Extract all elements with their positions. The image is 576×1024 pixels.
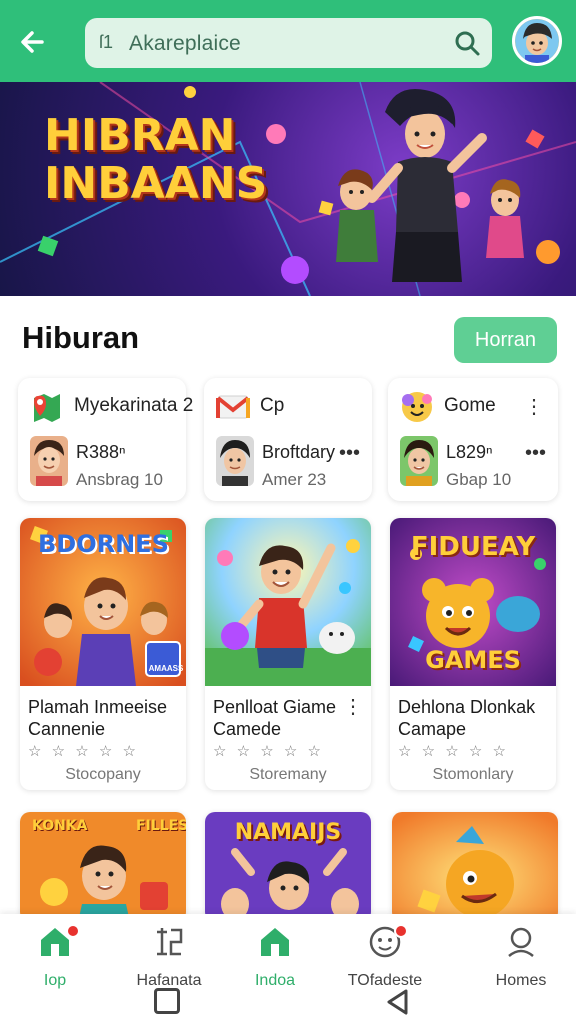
game-card-image-subtitle: GAMES xyxy=(425,646,521,674)
recent-apps-button[interactable] xyxy=(154,988,180,1014)
mini-card-3[interactable]: Gome ⋮ L829ⁿ Gbap 10 ••• xyxy=(388,378,558,501)
game-card-image: FIDUEAY GAMES xyxy=(390,518,556,686)
profile-icon xyxy=(503,924,539,960)
system-back-icon[interactable] xyxy=(384,988,412,1016)
nav-item-notifications[interactable]: TOfadeste xyxy=(330,924,440,994)
game-card-subtitle: Stomonlary xyxy=(432,766,514,783)
mini-card-avatar xyxy=(400,436,438,486)
nav-item-home-2[interactable]: Indoa xyxy=(220,924,330,994)
mini-card-name: Gome xyxy=(444,395,496,416)
game-card-image-title: NAMAIJS xyxy=(234,820,342,845)
game-card-2[interactable]: Penlloat Giame Camede ⋮ ☆ ☆ ☆ ☆ ☆ Storem… xyxy=(205,518,371,790)
nav-item-home[interactable]: Iop xyxy=(0,924,110,994)
mini-card-2[interactable]: Cp Broftdary Amer 23 ••• xyxy=(204,378,372,501)
game-card-image xyxy=(205,518,371,686)
nav-label: Iop xyxy=(43,972,67,989)
more-vertical-icon[interactable]: ⋮ xyxy=(524,394,544,419)
mini-card-name: Myekarinata 2 xyxy=(74,395,194,416)
search-icon[interactable] xyxy=(452,28,482,58)
mini-card-line2: Amer 23 xyxy=(262,470,327,489)
game-card-image-title: FIDUEAY xyxy=(410,532,536,562)
more-vertical-icon[interactable]: ⋮ xyxy=(343,694,363,719)
apps-icon xyxy=(151,924,187,960)
nav-label: Homes xyxy=(495,972,547,989)
game-card-subtitle: Stocopany xyxy=(65,766,141,783)
maps-pin-icon xyxy=(30,390,64,424)
mini-card-line2: Ansbrag 10 xyxy=(76,470,163,489)
more-options-icon[interactable]: ••• xyxy=(339,442,360,465)
home-icon xyxy=(257,924,293,960)
game-card-title: Plamah Inmeeise Cannenie xyxy=(28,697,168,739)
mini-card-1[interactable]: Myekarinata 2 R388ⁿ Ansbrag 10 xyxy=(18,378,193,501)
section-title: Hiburan xyxy=(22,320,140,355)
search-input[interactable]: Akareplaice xyxy=(129,32,241,56)
game-card-image-tag: FILLES xyxy=(136,818,186,834)
search-bar[interactable]: ſ1 Akareplaice xyxy=(85,18,492,68)
bottom-navigation: Iop Hafanata Indoa TOfadeste Homes xyxy=(0,914,576,1024)
game-card-6[interactable] xyxy=(392,812,558,922)
game-card-subtitle: Storemany xyxy=(249,766,327,783)
game-card-image-title: BDORNES xyxy=(38,530,169,558)
mini-card-line1: Broftdary xyxy=(262,442,336,462)
rating-stars: ☆ ☆ ☆ ☆ ☆ xyxy=(213,743,324,760)
nav-label: Indoa xyxy=(254,972,296,989)
more-options-icon[interactable]: ••• xyxy=(525,442,546,465)
top-app-bar: ſ1 Akareplaice xyxy=(0,0,576,82)
search-prefix: ſ1 xyxy=(99,32,114,52)
mini-card-line1: L829ⁿ xyxy=(446,442,493,462)
mini-card-avatar xyxy=(216,436,254,486)
game-card-5[interactable]: NAMAIJS xyxy=(205,812,371,922)
nav-item-apps[interactable]: Hafanata xyxy=(114,924,224,994)
hero-banner[interactable]: HIBRAN INBAANS xyxy=(0,82,576,296)
mail-icon xyxy=(216,390,250,424)
mini-card-line2: Gbap 10 xyxy=(446,470,512,489)
notification-badge xyxy=(66,924,80,938)
user-avatar[interactable] xyxy=(512,16,562,66)
rating-stars: ☆ ☆ ☆ ☆ ☆ xyxy=(28,743,139,760)
game-card-image-title: KONKA xyxy=(32,818,88,834)
game-card-1[interactable]: BDORNES AMAASS Plamah Inmeeise Cannenie … xyxy=(20,518,186,790)
hero-title: HIBRAN INBAANS xyxy=(44,110,268,209)
mini-card-name: Cp xyxy=(260,395,285,416)
mini-card-line1: R388ⁿ xyxy=(76,442,126,462)
back-arrow-icon[interactable] xyxy=(14,22,54,62)
app-screen: ſ1 Akareplaice HIBRAN INBAANS Hiburan Ho… xyxy=(0,0,576,1024)
game-card-4[interactable]: KONKA FILLES xyxy=(20,812,186,922)
mini-card-avatar xyxy=(30,436,68,486)
game-card-3[interactable]: FIDUEAY GAMES Dehlona Dlonkak Camape ☆ ☆… xyxy=(390,518,556,790)
rating-stars: ☆ ☆ ☆ ☆ ☆ xyxy=(398,743,509,760)
game-card-image-tag: AMAASS xyxy=(148,664,184,673)
section-action-button[interactable]: Horran xyxy=(454,317,557,363)
game-card-image: BDORNES AMAASS xyxy=(20,518,186,686)
game-face-icon xyxy=(400,390,434,424)
game-card-title: Dehlona Dlonkak Camape xyxy=(398,697,536,739)
nav-item-profile[interactable]: Homes xyxy=(466,924,576,994)
notification-badge xyxy=(394,924,408,938)
game-card-image xyxy=(392,812,558,922)
